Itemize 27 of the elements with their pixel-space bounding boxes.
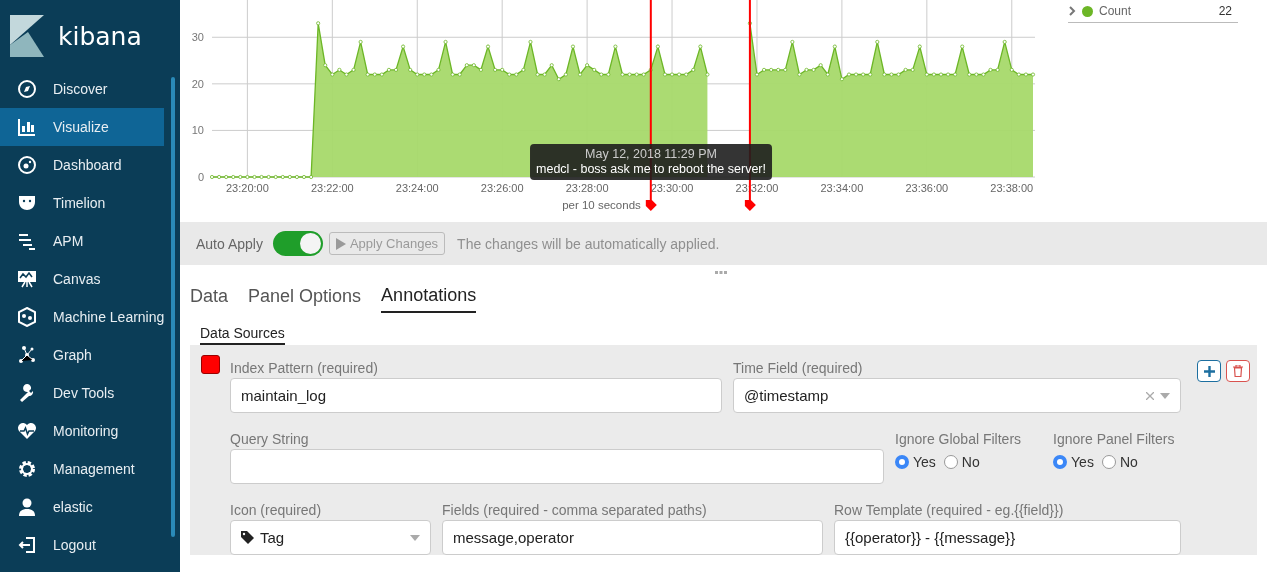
field-label: Icon (required) — [230, 502, 323, 519]
tooltip-text: medcl - boss ask me to reboot the server! — [536, 162, 766, 177]
field-label: Row Template (required - eg.{{field}}) — [834, 502, 1065, 519]
tooltip-title: May 12, 2018 11:29 PM — [584, 147, 718, 162]
field-label: Time Field (required) — [733, 360, 864, 377]
field-label: Index Pattern (required) — [230, 360, 379, 377]
y-tick-label: 20 — [191, 77, 204, 90]
field-label: Query String — [230, 431, 310, 448]
field-label: Fields (required - comma separated paths) — [442, 502, 708, 519]
legend-value: 22 — [1218, 4, 1232, 18]
y-tick-label: 10 — [191, 124, 204, 137]
x-tick-label: 23:24:00 — [395, 182, 439, 194]
field-label: Ignore Panel Filters — [1053, 431, 1175, 448]
x-tick-label: 23:28:00 — [565, 182, 609, 194]
x-tick-label: 23:26:00 — [480, 182, 524, 194]
x-tick-label: 23:34:00 — [820, 182, 864, 194]
field-label: Ignore Global Filters — [895, 431, 1022, 448]
y-tick-label: 0 — [197, 171, 204, 183]
toggle-label: Auto Apply — [196, 235, 263, 252]
hint-text: The changes will be automatically applied. — [457, 235, 720, 252]
x-tick-label: 23:38:00 — [990, 182, 1034, 194]
x-tick-label: 23:20:00 — [225, 182, 269, 194]
x-tick-label: 23:22:00 — [310, 182, 354, 194]
x-tick-label: 23:36:00 — [905, 182, 949, 194]
x-axis-label: per 10 seconds — [562, 199, 641, 211]
y-tick-label: 30 — [191, 31, 204, 44]
logo-text: kibana — [58, 21, 142, 51]
